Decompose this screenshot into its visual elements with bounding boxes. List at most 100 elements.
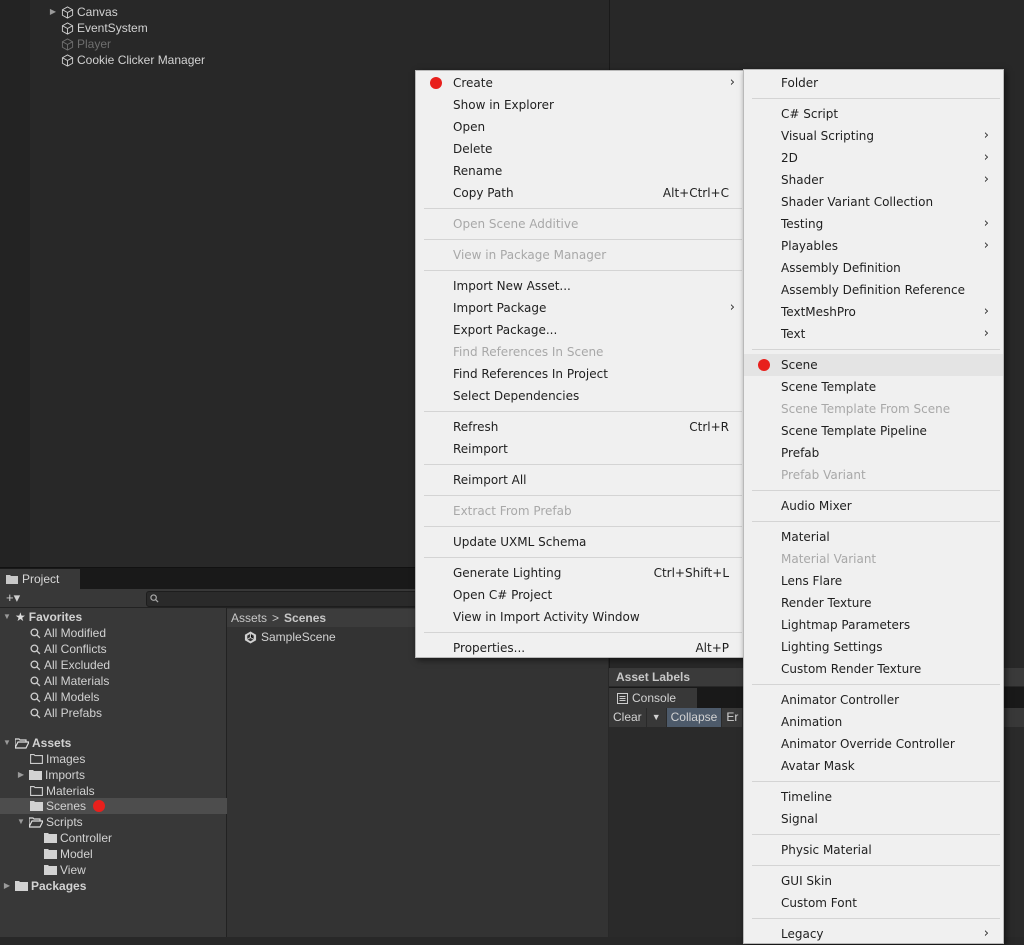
collapse-arrow-icon[interactable]: ▼ xyxy=(2,609,12,625)
menu-item-timeline[interactable]: Timeline xyxy=(744,786,1003,808)
breadcrumb-scenes[interactable]: Scenes xyxy=(284,611,326,625)
menu-item-lighting-settings[interactable]: Lighting Settings xyxy=(744,636,1003,658)
favorite-label: All Prefabs xyxy=(44,706,103,720)
menu-item-open[interactable]: Open xyxy=(416,116,745,138)
tree-folder-scenes[interactable]: Scenes xyxy=(0,798,256,814)
menu-item-reimport[interactable]: Reimport xyxy=(416,438,745,460)
breadcrumb-assets[interactable]: Assets xyxy=(231,611,267,625)
menu-item-export-package[interactable]: Export Package... xyxy=(416,319,745,341)
menu-item-view-in-import-activity-window[interactable]: View in Import Activity Window xyxy=(416,606,745,628)
tree-favorite-item[interactable]: All Modified xyxy=(0,625,256,641)
menu-item-import-package[interactable]: Import Package › xyxy=(416,297,745,319)
hierarchy-item-cookie-clicker-manager[interactable]: Cookie Clicker Manager xyxy=(61,52,205,68)
error-pause-toggle[interactable]: Er xyxy=(722,708,744,727)
menu-item-playables[interactable]: Playables › xyxy=(744,235,1003,257)
tree-favorite-item[interactable]: All Prefabs xyxy=(0,705,256,721)
menu-item-custom-render-texture[interactable]: Custom Render Texture xyxy=(744,658,1003,680)
menu-item-signal[interactable]: Signal xyxy=(744,808,1003,830)
menu-item-properties[interactable]: Properties... Alt+P xyxy=(416,637,745,659)
menu-separator xyxy=(752,521,1000,522)
menu-item-2d[interactable]: 2D › xyxy=(744,147,1003,169)
menu-item-avatar-mask[interactable]: Avatar Mask xyxy=(744,755,1003,777)
asset-samplescene[interactable]: SampleScene xyxy=(244,630,336,644)
menu-item-assembly-definition[interactable]: Assembly Definition xyxy=(744,257,1003,279)
tab-project[interactable]: Project xyxy=(0,569,80,589)
menu-item-folder[interactable]: Folder xyxy=(744,72,1003,94)
menu-item-render-texture[interactable]: Render Texture xyxy=(744,592,1003,614)
menu-item-animation[interactable]: Animation xyxy=(744,711,1003,733)
menu-item-legacy[interactable]: Legacy › xyxy=(744,923,1003,945)
menu-item-label: Assembly Definition Reference xyxy=(781,283,966,297)
clear-button[interactable]: Clear xyxy=(609,708,647,727)
chevron-right-icon: › xyxy=(729,75,735,90)
menu-item-find-references-in-project[interactable]: Find References In Project xyxy=(416,363,745,385)
collapse-arrow-icon[interactable]: ▼ xyxy=(2,735,12,751)
menu-item-scene[interactable]: Scene xyxy=(744,354,1003,376)
project-search-input[interactable] xyxy=(146,591,418,607)
expand-arrow-icon[interactable]: ▶ xyxy=(16,767,26,783)
menu-item-create[interactable]: Create › xyxy=(416,72,745,94)
menu-item-textmeshpro[interactable]: TextMeshPro › xyxy=(744,301,1003,323)
menu-item-show-in-explorer[interactable]: Show in Explorer xyxy=(416,94,745,116)
menu-item-update-uxml-schema[interactable]: Update UXML Schema xyxy=(416,531,745,553)
add-button[interactable]: +▾ xyxy=(6,590,20,606)
menu-item-lens-flare[interactable]: Lens Flare xyxy=(744,570,1003,592)
menu-item-physic-material[interactable]: Physic Material xyxy=(744,839,1003,861)
tree-favorites[interactable]: ▼ ★ Favorites xyxy=(0,609,226,625)
menu-item-delete[interactable]: Delete xyxy=(416,138,745,160)
hierarchy-item-player[interactable]: Player xyxy=(61,36,111,52)
chevron-right-icon: › xyxy=(983,150,989,165)
menu-item-rename[interactable]: Rename xyxy=(416,160,745,182)
menu-item-testing[interactable]: Testing › xyxy=(744,213,1003,235)
menu-item-shader-variant-collection[interactable]: Shader Variant Collection xyxy=(744,191,1003,213)
tree-favorite-item[interactable]: All Excluded xyxy=(0,657,256,673)
tree-packages[interactable]: ▶ Packages xyxy=(0,878,226,894)
hierarchy-item-canvas[interactable]: ▶ Canvas xyxy=(48,4,118,20)
tree-favorite-item[interactable]: All Materials xyxy=(0,673,256,689)
menu-item-import-new-asset[interactable]: Import New Asset... xyxy=(416,275,745,297)
menu-item-select-dependencies[interactable]: Select Dependencies xyxy=(416,385,745,407)
menu-item-open-c-project[interactable]: Open C# Project xyxy=(416,584,745,606)
tree-folder-images[interactable]: Images xyxy=(0,751,256,767)
menu-item-custom-font[interactable]: Custom Font xyxy=(744,892,1003,914)
menu-item-label: Custom Font xyxy=(781,896,857,910)
menu-item-scene-template-pipeline[interactable]: Scene Template Pipeline xyxy=(744,420,1003,442)
menu-item-text[interactable]: Text › xyxy=(744,323,1003,345)
menu-item-material[interactable]: Material xyxy=(744,526,1003,548)
menu-item-lightmap-parameters[interactable]: Lightmap Parameters xyxy=(744,614,1003,636)
menu-item-generate-lighting[interactable]: Generate Lighting Ctrl+Shift+L xyxy=(416,562,745,584)
menu-item-animator-override-controller[interactable]: Animator Override Controller xyxy=(744,733,1003,755)
menu-item-visual-scripting[interactable]: Visual Scripting › xyxy=(744,125,1003,147)
menu-item-gui-skin[interactable]: GUI Skin xyxy=(744,870,1003,892)
menu-item-label: Testing xyxy=(781,217,824,231)
tree-assets[interactable]: ▼ Assets xyxy=(0,735,226,751)
collapse-arrow-icon[interactable]: ▼ xyxy=(16,814,26,830)
menu-item-c-script[interactable]: C# Script xyxy=(744,103,1003,125)
menu-item-animator-controller[interactable]: Animator Controller xyxy=(744,689,1003,711)
tree-folder-scripts[interactable]: ▼ Scripts xyxy=(0,814,242,830)
favorite-label: All Models xyxy=(44,690,100,704)
tree-favorite-item[interactable]: All Models xyxy=(0,689,256,705)
menu-item-open-scene-additive: Open Scene Additive xyxy=(416,213,745,235)
tree-favorite-item[interactable]: All Conflicts xyxy=(0,641,256,657)
hierarchy-gutter xyxy=(0,0,30,567)
menu-item-copy-path[interactable]: Copy Path Alt+Ctrl+C xyxy=(416,182,745,204)
menu-item-prefab[interactable]: Prefab xyxy=(744,442,1003,464)
menu-item-audio-mixer[interactable]: Audio Mixer xyxy=(744,495,1003,517)
expand-arrow-icon[interactable]: ▶ xyxy=(48,4,58,20)
menu-item-scene-template[interactable]: Scene Template xyxy=(744,376,1003,398)
menu-item-reimport-all[interactable]: Reimport All xyxy=(416,469,745,491)
tree-folder-materials[interactable]: Materials xyxy=(0,783,256,799)
menu-item-label: View in Package Manager xyxy=(453,248,607,262)
collapse-toggle[interactable]: Collapse xyxy=(666,708,723,727)
clear-dropdown-arrow-icon[interactable]: ▼ xyxy=(647,708,667,727)
hierarchy-item-label: Cookie Clicker Manager xyxy=(77,53,206,67)
menu-item-assembly-definition-reference[interactable]: Assembly Definition Reference xyxy=(744,279,1003,301)
menu-item-refresh[interactable]: Refresh Ctrl+R xyxy=(416,416,745,438)
tab-console[interactable]: Console xyxy=(609,688,697,708)
expand-arrow-icon[interactable]: ▶ xyxy=(2,878,12,894)
hierarchy-item-eventsystem[interactable]: EventSystem xyxy=(61,20,148,36)
menu-item-shader[interactable]: Shader › xyxy=(744,169,1003,191)
tree-folder-imports[interactable]: ▶ Imports xyxy=(0,767,242,783)
favorites-label: Favorites xyxy=(28,610,83,624)
